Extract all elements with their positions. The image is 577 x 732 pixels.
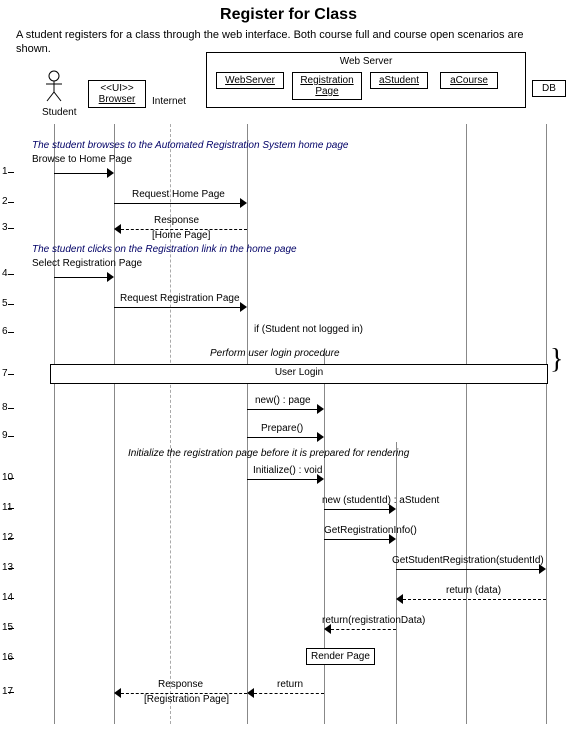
arrow-17a: Response[Registration Page] — [114, 686, 247, 700]
row-4: 4 — [2, 268, 8, 279]
comment-4: Initialize the registration page before … — [128, 448, 409, 459]
arrow-15: return(registrationData) — [324, 622, 396, 636]
render-page-box: Render Page — [306, 648, 375, 665]
arrow-12: GetRegistrationInfo() — [324, 532, 396, 546]
head-browser: <<UI>> Browser — [88, 80, 146, 108]
comment-3: Perform user login procedure — [210, 348, 340, 359]
brace-icon: } — [550, 344, 563, 376]
arrow-11: new (studentId) : aStudent — [324, 502, 396, 516]
comment-2: The student clicks on the Registration l… — [32, 244, 297, 255]
head-internet: Internet — [152, 96, 186, 107]
arrow-4 — [54, 270, 114, 284]
row-7: 7 — [2, 368, 8, 379]
arrow-9: Prepare() — [247, 430, 324, 444]
cond-6: if (Student not logged in) — [254, 324, 363, 335]
row-9: 9 — [2, 430, 8, 441]
arrow-10: Initialize() : void — [247, 472, 324, 486]
webserver-container-label: Web Server — [207, 53, 525, 67]
actor-icon — [42, 70, 66, 102]
arrow-5: Request Registration Page — [114, 300, 247, 314]
arrow-3: Response[Home Page] — [114, 222, 247, 236]
row-6: 6 — [2, 326, 8, 337]
page: Register for Class A student registers f… — [0, 0, 577, 732]
life-student — [54, 124, 55, 724]
arrow-1 — [54, 166, 114, 180]
life-browser — [114, 124, 115, 724]
life-astudent — [396, 442, 397, 724]
arrow-2: Request Home Page — [114, 196, 247, 210]
head-acourse: aCourse — [440, 72, 498, 89]
life-acourse — [466, 124, 467, 724]
head-astudent: aStudent — [370, 72, 428, 89]
browser-stereo: <<UI>> — [91, 83, 143, 94]
head-webserver: WebServer — [216, 72, 284, 89]
row-1: 1 — [2, 166, 8, 177]
arrow-8: new() : page — [247, 402, 324, 416]
row-5: 5 — [2, 298, 8, 309]
head-regpage: Registration Page — [292, 72, 362, 100]
row-8: 8 — [2, 402, 8, 413]
arrow-14: return (data) — [396, 592, 546, 606]
sequence-diagram: Web Server Student <<UI>> Browser Intern… — [0, 52, 577, 732]
msg-1: Browse to Home Page — [32, 154, 132, 165]
page-title: Register for Class — [0, 0, 577, 24]
actor-student: Student — [42, 70, 66, 118]
life-internet — [170, 124, 172, 724]
row-3: 3 — [2, 222, 8, 233]
life-webserver — [247, 124, 248, 724]
ref-user-login: User Login — [50, 364, 548, 384]
arrow-13: GetStudentRegistration(studentId) — [396, 562, 546, 576]
row-2: 2 — [2, 196, 8, 207]
life-db — [546, 124, 547, 724]
head-db: DB — [532, 80, 566, 97]
browser-label: Browser — [91, 94, 143, 105]
msg-4: Select Registration Page — [32, 258, 142, 269]
actor-label: Student — [42, 107, 66, 118]
arrow-17b: return — [247, 686, 324, 700]
comment-1: The student browses to the Automated Reg… — [32, 140, 348, 151]
